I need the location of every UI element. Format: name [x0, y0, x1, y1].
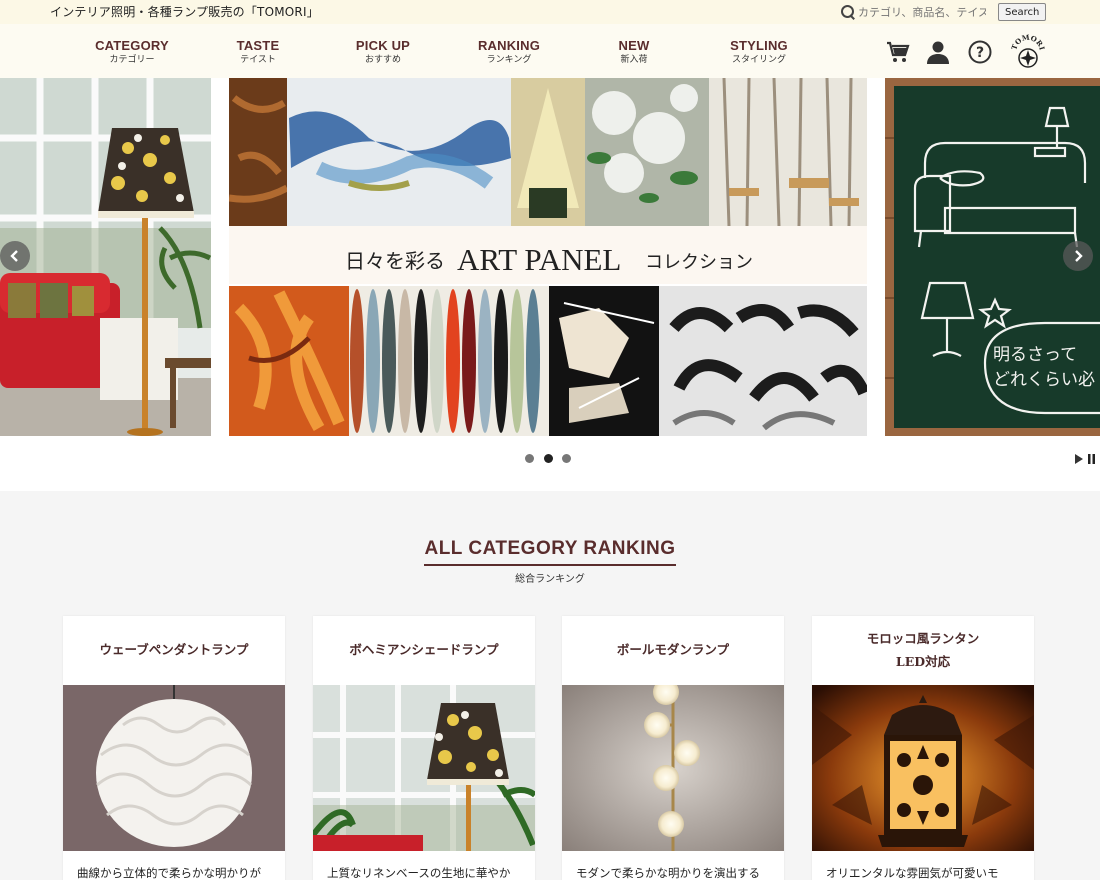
- card-image-wave-pendant[interactable]: [63, 685, 285, 851]
- help-icon[interactable]: ?: [968, 40, 992, 64]
- nav-item-pickup[interactable]: PICK UP おすすめ: [333, 38, 433, 65]
- search-input[interactable]: [856, 3, 986, 21]
- main-nav: CATEGORY カテゴリー TASTE テイスト PICK UP おすすめ R…: [0, 24, 1100, 78]
- search-button[interactable]: Search: [998, 3, 1047, 21]
- card-title-line1: モロッコ風ランタン: [866, 631, 980, 646]
- chalkboard-line1: 明るさって: [993, 345, 1077, 365]
- top-bar: インテリア照明・各種ランプ販売の「TOMORI」 Search: [0, 0, 1100, 24]
- nav-item-new[interactable]: NEW 新入荷: [584, 38, 684, 65]
- nav-label-ja: おすすめ: [364, 55, 401, 65]
- card-image-ball-modern-lamp[interactable]: [562, 685, 784, 851]
- nav-label-en: TASTE: [236, 38, 280, 53]
- nav-item-ranking[interactable]: RANKING ランキング: [459, 38, 559, 65]
- nav-label-en: PICK UP: [355, 38, 411, 53]
- slider-dot-2[interactable]: [544, 454, 553, 463]
- card-image-bohemian-lamp[interactable]: [313, 685, 535, 851]
- nav-item-category[interactable]: CATEGORY カテゴリー: [82, 38, 182, 65]
- slider-next-button[interactable]: [1063, 241, 1093, 271]
- nav-label-en: RANKING: [477, 38, 541, 53]
- slide-art-panel[interactable]: 日々を彩る ART PANEL コレクション: [229, 78, 867, 436]
- ranking-card[interactable]: ウェーブペンダントランプ 曲線から立体的で柔らかな明かりが: [63, 616, 285, 880]
- card-title: ウェーブペンダントランプ: [99, 642, 249, 658]
- banner-prefix: 日々を彩る: [345, 249, 445, 273]
- slider-dot-1[interactable]: [525, 454, 534, 463]
- ranking-card[interactable]: ボールモダンランプ モダンで柔らかな明かりを演出する: [562, 616, 784, 880]
- nav-label-ja: スタイリング: [731, 55, 786, 65]
- slider-dot-3[interactable]: [562, 454, 571, 463]
- nav-label-en: CATEGORY: [95, 38, 169, 53]
- chalkboard-line2: どれくらい必: [993, 370, 1095, 390]
- cart-icon[interactable]: [886, 40, 910, 64]
- ranking-card[interactable]: モロッコ風ランタン LED対応 オリエンタルな雰囲気が可愛いモ: [812, 616, 1034, 880]
- nav-label-ja: 新入荷: [620, 55, 648, 65]
- banner-main: ART PANEL: [457, 242, 621, 277]
- card-description: 上質なリネンベースの生地に華やか: [327, 866, 511, 880]
- nav-label-ja: ランキング: [486, 55, 532, 65]
- ranking-card[interactable]: ボヘミアンシェードランプ 上質なリネンベースの生地に華やか: [313, 616, 535, 880]
- ranking-heading: ALL CATEGORY RANKING: [0, 538, 1100, 566]
- user-icon[interactable]: [926, 40, 950, 64]
- hero-slider: 日々を彩る ART PANEL コレクション 明るさって どれくらい必: [0, 78, 1100, 436]
- svg-text:?: ?: [976, 45, 984, 61]
- card-image-morocco-lantern[interactable]: [812, 685, 1034, 851]
- card-description: オリエンタルな雰囲気が可愛いモ: [826, 866, 999, 880]
- nav-label-ja: テイスト: [240, 55, 276, 65]
- slider-prev-button[interactable]: [0, 241, 30, 271]
- search-icon[interactable]: [840, 4, 856, 20]
- nav-label-en: STYLING: [730, 38, 788, 53]
- site-tagline: インテリア照明・各種ランプ販売の「TOMORI」: [50, 5, 319, 19]
- nav-label-en: NEW: [618, 38, 650, 53]
- card-description: 曲線から立体的で柔らかな明かりが: [77, 866, 261, 880]
- nav-item-taste[interactable]: TASTE テイスト: [208, 38, 308, 65]
- chevron-right-icon: [1075, 250, 1083, 262]
- pause-icon: [1088, 454, 1091, 464]
- play-icon: [1075, 454, 1083, 464]
- chevron-left-icon: [10, 250, 18, 262]
- banner-suffix: コレクション: [645, 252, 753, 273]
- search-area: Search: [840, 2, 1047, 22]
- ranking-subtitle: 総合ランキング: [515, 574, 585, 585]
- slide-previous[interactable]: [0, 78, 211, 436]
- slider-pagination: [0, 436, 1100, 491]
- nav-label-ja: カテゴリー: [109, 55, 155, 65]
- card-title: ボヘミアンシェードランプ: [349, 642, 499, 658]
- ranking-title: ALL CATEGORY RANKING: [424, 538, 676, 566]
- tomori-logo[interactable]: TOMORI: [1009, 33, 1047, 70]
- card-title-line2: LED対応: [895, 653, 951, 669]
- card-title: ボールモダンランプ: [616, 642, 730, 658]
- slider-play-pause[interactable]: [1074, 453, 1096, 468]
- card-title: モロッコ風ランタン LED対応: [812, 616, 1034, 685]
- card-description: モダンで柔らかな明かりを演出する: [576, 866, 760, 880]
- nav-item-styling[interactable]: STYLING スタイリング: [709, 38, 809, 65]
